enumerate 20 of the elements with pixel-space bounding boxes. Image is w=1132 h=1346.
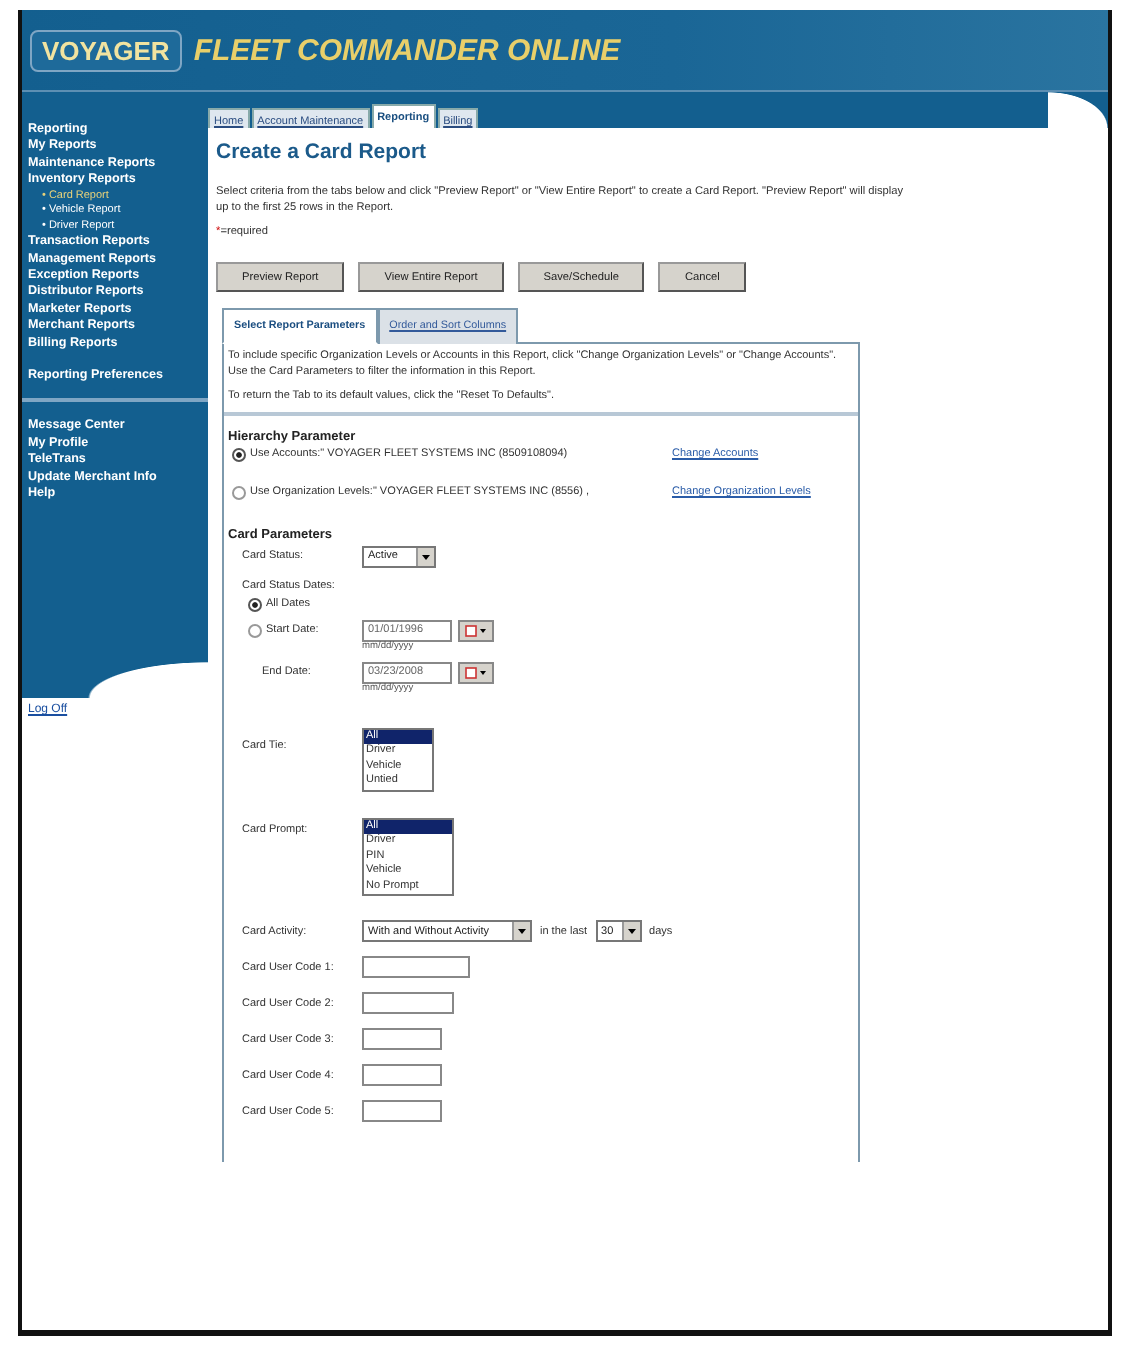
logo: VOYAGER bbox=[30, 29, 182, 71]
calendar-button[interactable] bbox=[458, 619, 494, 641]
caret-icon bbox=[512, 922, 530, 940]
user-code-field[interactable] bbox=[362, 992, 454, 1014]
radio-button[interactable] bbox=[248, 623, 262, 637]
radio-button[interactable] bbox=[232, 485, 246, 499]
radio-button[interactable] bbox=[248, 597, 262, 611]
user-code-field[interactable] bbox=[362, 1064, 442, 1086]
user-code-field[interactable] bbox=[362, 956, 470, 978]
caret-icon bbox=[416, 547, 434, 565]
calendar-icon bbox=[464, 665, 488, 679]
calendar-icon bbox=[464, 623, 488, 637]
page-title: Create a Card Report bbox=[216, 140, 429, 164]
user-code-field[interactable] bbox=[362, 1100, 442, 1122]
app-title: FLEET COMMANDER ONLINE bbox=[193, 33, 621, 67]
calendar-button[interactable] bbox=[458, 661, 494, 683]
caret-icon bbox=[621, 922, 640, 940]
corner-curve bbox=[1048, 92, 1108, 128]
radio-button[interactable] bbox=[232, 447, 246, 461]
user-code-field[interactable] bbox=[362, 1028, 442, 1050]
